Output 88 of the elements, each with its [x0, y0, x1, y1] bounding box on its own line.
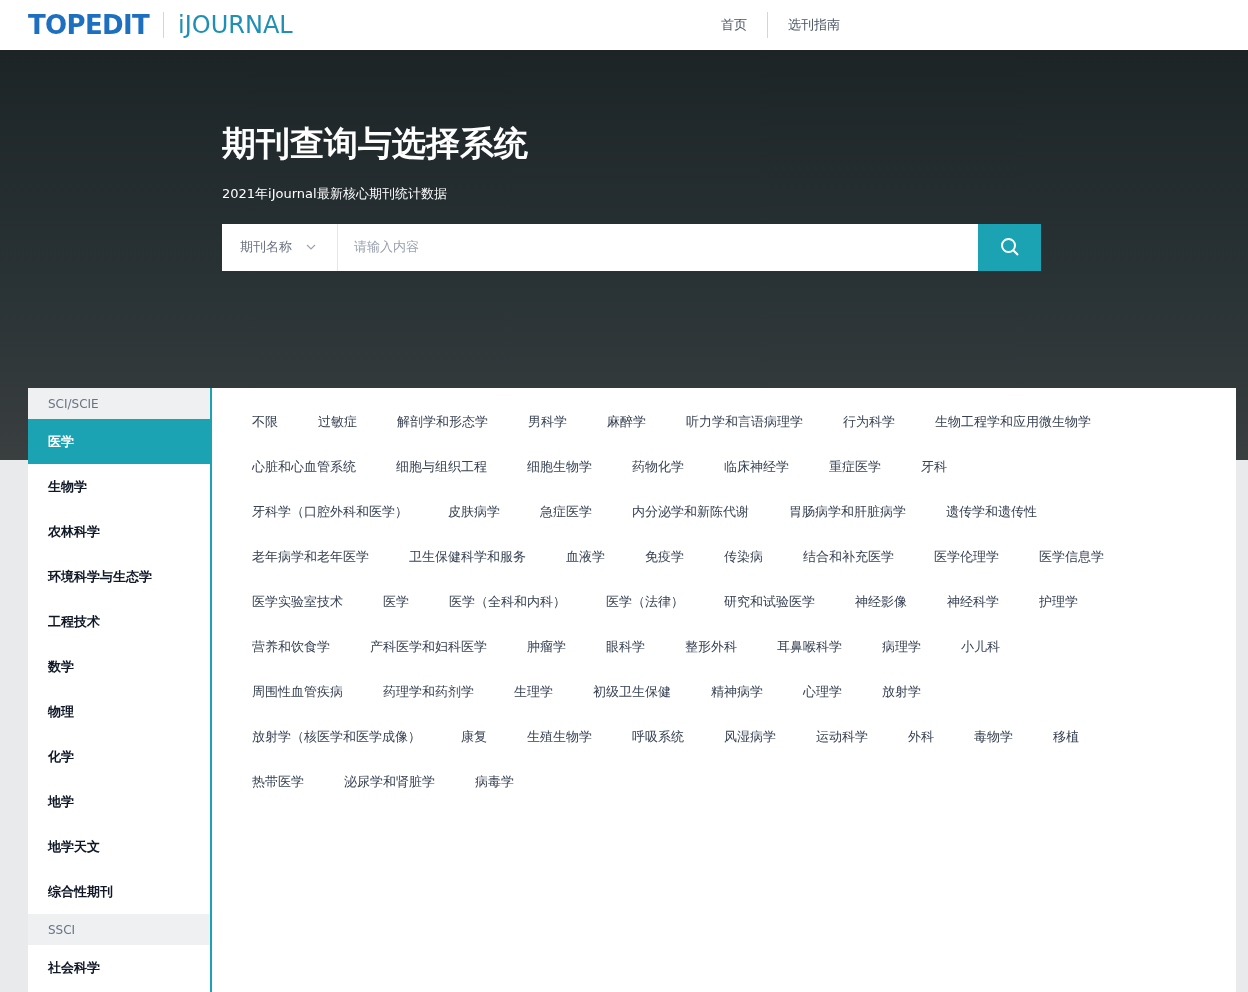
sidebar-item[interactable]: 环境科学与生态学 — [28, 554, 210, 599]
search-icon — [999, 237, 1020, 257]
subject-link[interactable]: 行为科学 — [843, 412, 895, 432]
subject-link[interactable]: 病毒学 — [475, 772, 514, 792]
subject-link[interactable]: 男科学 — [528, 412, 567, 432]
subject-link[interactable]: 医学伦理学 — [934, 547, 999, 567]
sidebar-item[interactable]: 农林科学 — [28, 509, 210, 554]
subject-link[interactable]: 医学信息学 — [1039, 547, 1104, 567]
subject-link[interactable]: 呼吸系统 — [632, 727, 684, 747]
chevron-down-icon — [306, 244, 316, 250]
sub-logo: iJOURNAL — [178, 10, 293, 41]
subject-link[interactable]: 细胞与组织工程 — [396, 457, 487, 477]
sidebar-item[interactable]: 化学 — [28, 734, 210, 779]
subject-link[interactable]: 热带医学 — [252, 772, 304, 792]
subject-link[interactable]: 护理学 — [1039, 592, 1078, 612]
subject-link[interactable]: 卫生保健科学和服务 — [409, 547, 526, 567]
subject-link[interactable]: 心脏和心血管系统 — [252, 457, 356, 477]
subject-link[interactable]: 医学（全科和内科） — [449, 592, 566, 612]
subject-link[interactable]: 泌尿学和肾脏学 — [344, 772, 435, 792]
subject-link[interactable]: 生理学 — [514, 682, 553, 702]
subject-link[interactable]: 麻醉学 — [607, 412, 646, 432]
subject-link[interactable]: 神经影像 — [855, 592, 907, 612]
search-button[interactable] — [978, 223, 1041, 271]
sidebar-item[interactable]: 物理 — [28, 689, 210, 734]
subject-link[interactable]: 牙科 — [921, 457, 947, 477]
subject-link[interactable]: 运动科学 — [816, 727, 868, 747]
subject-link[interactable]: 整形外科 — [685, 637, 737, 657]
subject-link[interactable]: 产科医学和妇科医学 — [370, 637, 487, 657]
group-heading: SSCI — [28, 914, 210, 945]
subject-link[interactable]: 重症医学 — [829, 457, 881, 477]
subject-link[interactable]: 精神病学 — [711, 682, 763, 702]
subject-link[interactable]: 心理学 — [803, 682, 842, 702]
subject-link[interactable]: 临床神经学 — [724, 457, 789, 477]
subject-link[interactable]: 神经科学 — [947, 592, 999, 612]
logo[interactable]: TOPEDIT — [28, 5, 150, 45]
subject-link[interactable]: 病理学 — [882, 637, 921, 657]
subject-link[interactable]: 过敏症 — [318, 412, 357, 432]
subject-link[interactable]: 康复 — [461, 727, 487, 747]
subject-link[interactable]: 胃肠病学和肝脏病学 — [789, 502, 906, 522]
subject-link[interactable]: 毒物学 — [974, 727, 1013, 747]
subject-link[interactable]: 药理学和药剂学 — [383, 682, 474, 702]
subject-link[interactable]: 医学 — [383, 592, 409, 612]
subject-link[interactable]: 放射学 — [882, 682, 921, 702]
subject-link[interactable]: 放射学（核医学和医学成像） — [252, 727, 421, 747]
subject-link[interactable]: 不限 — [252, 412, 278, 432]
subject-link[interactable]: 解剖学和形态学 — [397, 412, 488, 432]
sidebar-item[interactable]: 工程技术 — [28, 599, 210, 644]
subject-link[interactable]: 生物工程学和应用微生物学 — [935, 412, 1091, 432]
subject-link[interactable]: 牙科学（口腔外科和医学） — [252, 502, 408, 522]
subject-link[interactable]: 血液学 — [566, 547, 605, 567]
subject-link[interactable]: 小儿科 — [961, 637, 1000, 657]
subject-link[interactable]: 研究和试验医学 — [724, 592, 815, 612]
subject-link[interactable]: 风湿病学 — [724, 727, 776, 747]
sidebar-item[interactable]: 地学天文 — [28, 824, 210, 869]
subject-link[interactable]: 细胞生物学 — [527, 457, 592, 477]
subject-link[interactable]: 结合和补充医学 — [803, 547, 894, 567]
subject-link[interactable]: 耳鼻喉科学 — [777, 637, 842, 657]
subject-link[interactable]: 老年病学和老年医学 — [252, 547, 369, 567]
subject-link[interactable]: 内分泌学和新陈代谢 — [632, 502, 749, 522]
subtitle: 2021年iJournal最新核心期刊统计数据 — [222, 185, 448, 203]
subject-link[interactable]: 周围性血管疾病 — [252, 682, 343, 702]
subject-link[interactable]: 肿瘤学 — [527, 637, 566, 657]
group-heading: SCI/SCIE — [28, 388, 210, 419]
subject-link[interactable]: 医学实验室技术 — [252, 592, 343, 612]
subject-link[interactable]: 眼科学 — [606, 637, 645, 657]
sidebar-item[interactable]: 生物学 — [28, 464, 210, 509]
page-title: 期刊查询与选择系统 — [222, 122, 529, 165]
nav-link[interactable]: 首页 — [701, 15, 767, 35]
search-field[interactable]: 请输入内容 — [338, 223, 978, 271]
subject-link[interactable]: 生殖生物学 — [527, 727, 592, 747]
subject-link[interactable]: 皮肤病学 — [448, 502, 500, 522]
filter-dropdown[interactable]: 期刊名称 — [222, 223, 338, 271]
subject-link[interactable]: 药物化学 — [632, 457, 684, 477]
subject-link[interactable]: 传染病 — [724, 547, 763, 567]
sidebar-item[interactable]: 数学 — [28, 644, 210, 689]
sidebar-item[interactable]: 地学 — [28, 779, 210, 824]
subject-link[interactable]: 听力学和言语病理学 — [686, 412, 803, 432]
subject-link[interactable]: 初级卫生保健 — [593, 682, 671, 702]
subject-link[interactable]: 移植 — [1053, 727, 1079, 747]
sidebar-item[interactable]: 社会科学 — [28, 945, 210, 990]
subject-link[interactable]: 遗传学和遗传性 — [946, 502, 1037, 522]
subject-link[interactable]: 营养和饮食学 — [252, 637, 330, 657]
sidebar-item[interactable]: 综合性期刊 — [28, 869, 210, 914]
subject-link[interactable]: 医学（法律） — [606, 592, 684, 612]
subject-link[interactable]: 外科 — [908, 727, 934, 747]
subject-link[interactable]: 急症医学 — [540, 502, 592, 522]
nav-link[interactable]: 选刊指南 — [768, 15, 860, 35]
subject-link[interactable]: 免疫学 — [645, 547, 684, 567]
